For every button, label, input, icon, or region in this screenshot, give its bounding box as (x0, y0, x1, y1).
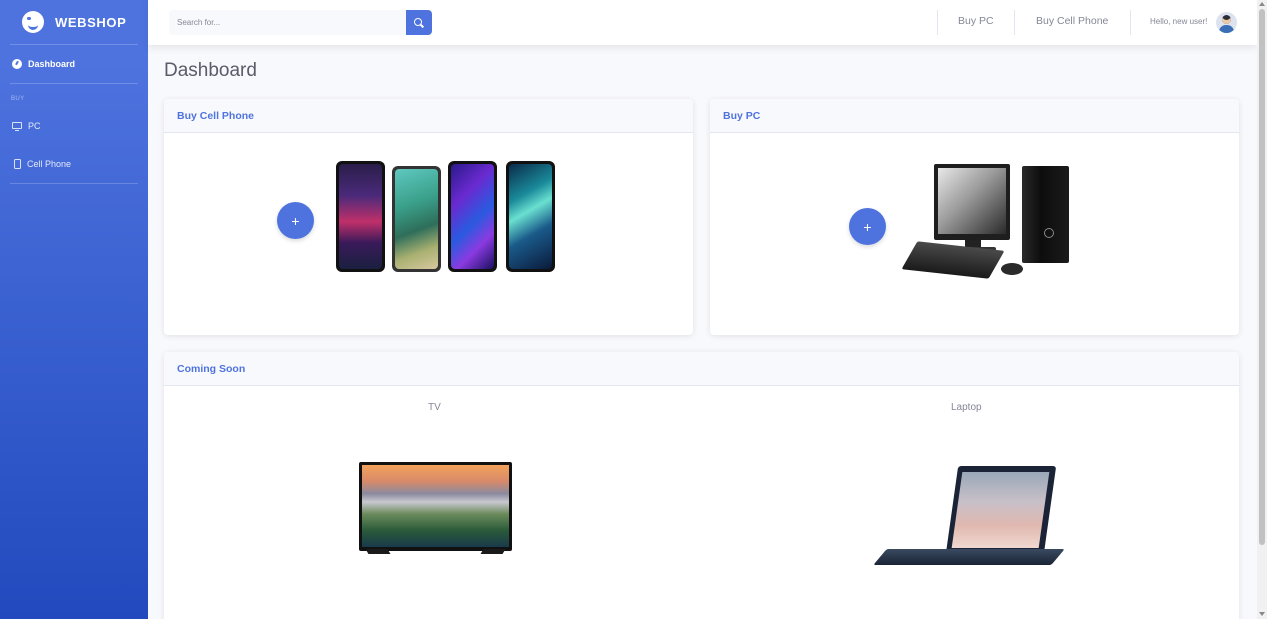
mobile-phone-icon (14, 159, 21, 169)
search-icon (414, 17, 422, 26)
sidebar-item-dashboard[interactable]: Dashboard (0, 45, 148, 83)
topbar: Buy PC Buy Cell Phone Hello, new user! (148, 0, 1257, 45)
user-avatar[interactable] (1216, 12, 1237, 33)
phone-image (392, 166, 441, 272)
phone-image (336, 161, 385, 272)
desktop-icon (12, 121, 22, 131)
search-input[interactable] (169, 10, 406, 35)
card-title: Coming Soon (164, 352, 1239, 386)
brand-name: WEBSHOP (55, 14, 127, 30)
nav-link-buy-cell-phone[interactable]: Buy Cell Phone (1036, 15, 1108, 27)
scroll-thumb[interactable] (1259, 9, 1265, 545)
scroll-up-arrow-icon[interactable] (1259, 2, 1265, 6)
coming-soon-laptop-label: Laptop (951, 402, 982, 413)
phone-image (506, 161, 555, 272)
scroll-down-arrow-icon[interactable] (1259, 612, 1265, 616)
sidebar-item-label: Dashboard (28, 59, 76, 69)
coming-soon-tv-label: TV (428, 402, 441, 413)
topbar-divider (1130, 10, 1131, 35)
tachometer-icon (12, 59, 22, 69)
nav-link-buy-pc[interactable]: Buy PC (958, 15, 994, 27)
sidebar: WEBSHOP Dashboard BUY PC Cell Phone (0, 0, 148, 619)
sidebar-divider (10, 183, 138, 184)
search-button[interactable] (406, 10, 432, 35)
sidebar-heading: BUY (11, 96, 25, 102)
scrollbar[interactable] (1257, 0, 1267, 619)
sidebar-item-cell-phone[interactable]: Cell Phone (0, 145, 148, 183)
smiley-logo-icon (22, 11, 44, 33)
topbar-divider (1014, 10, 1015, 35)
phone-image (448, 161, 497, 272)
add-cell-phone-button[interactable]: + (277, 202, 314, 239)
sidebar-item-label: PC (28, 121, 41, 131)
card-title: Buy Cell Phone (164, 99, 693, 133)
search-group (169, 10, 432, 35)
add-pc-button[interactable]: + (849, 208, 886, 245)
sidebar-item-label: Cell Phone (27, 159, 72, 169)
user-greeting[interactable]: Hello, new user! (1150, 17, 1207, 26)
page-title: Dashboard (164, 60, 257, 81)
topbar-divider (937, 10, 938, 35)
sidebar-item-pc[interactable]: PC (0, 107, 148, 145)
brand[interactable]: WEBSHOP (0, 0, 148, 44)
card-coming-soon: Coming Soon (164, 352, 1239, 619)
card-title: Buy PC (710, 99, 1239, 133)
